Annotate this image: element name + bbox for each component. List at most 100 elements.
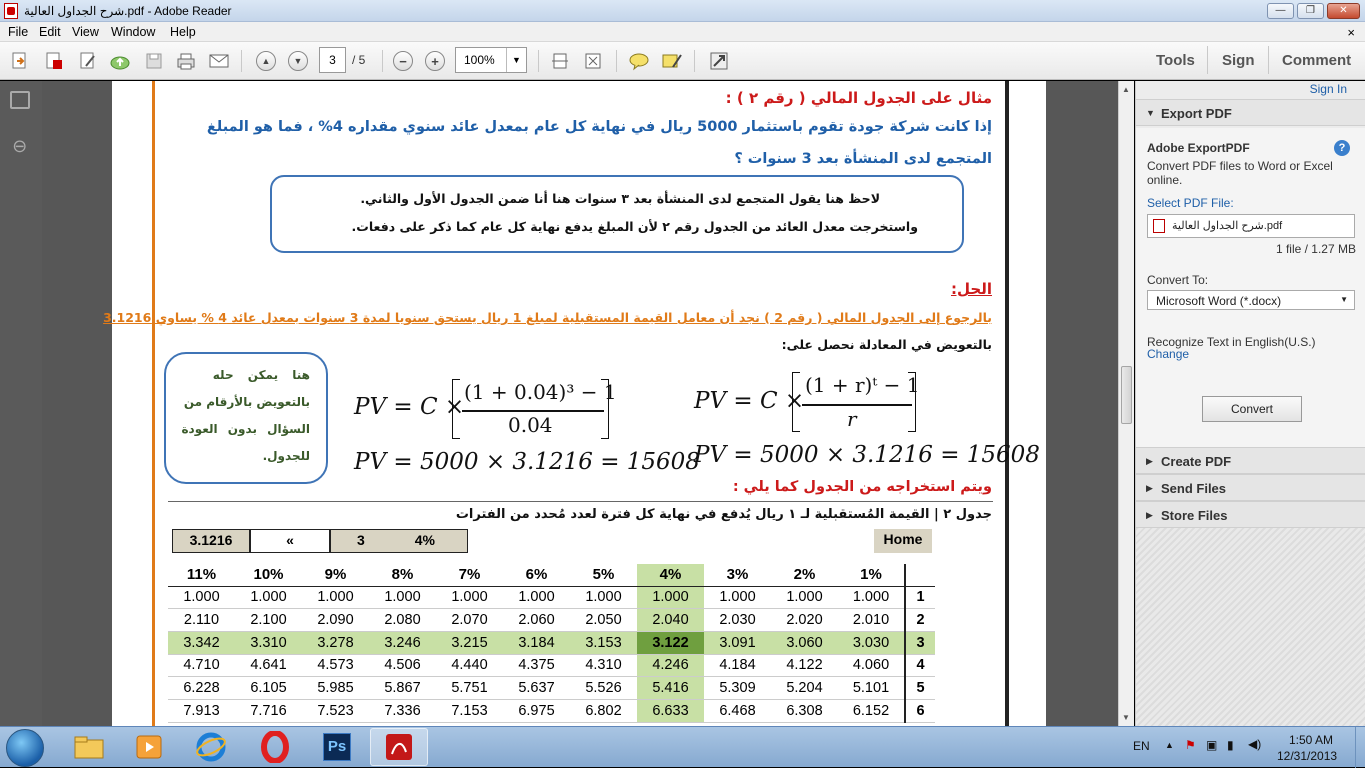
next-page-icon[interactable]: ▼ [286,49,310,73]
bracket-right [601,379,609,439]
maximize-button[interactable]: ❐ [1297,3,1324,19]
fit-page-icon[interactable] [548,49,572,73]
export-pdf-section[interactable]: ▼ Export PDF [1136,99,1365,126]
explorer-icon[interactable] [60,728,118,766]
formula-specific-lhs: PV = C × [354,394,465,420]
clock-date[interactable]: 12/31/2013 [1277,749,1337,763]
table-header-cell: 11% [168,564,235,587]
table-cell: 3.215 [436,631,503,655]
table-cell: 7.523 [302,699,369,723]
create-pdf-section[interactable]: ▶ Create PDF [1136,447,1365,474]
previous-page-icon[interactable]: ▲ [254,49,278,73]
scroll-down-icon[interactable]: ▼ [1122,713,1130,722]
internet-explorer-icon[interactable] [182,728,240,766]
photoshop-label: Ps [323,733,351,761]
sign-button[interactable]: Sign [1222,52,1255,69]
sign-in-link[interactable]: Sign In [1310,82,1347,96]
file-name: شرح الجداول العالية.pdf [1172,220,1283,232]
device-icon[interactable]: ▣ [1206,738,1217,752]
page-number-input[interactable]: 3 [319,47,346,73]
home-button[interactable]: Home [874,529,932,553]
note-line-1: لاحظ هنا يقول المتجمع لدى المنشأة بعد ٣ … [360,191,880,206]
format-select[interactable]: Microsoft Word (*.docx) ▼ [1147,290,1355,310]
table-header-cell: 2% [771,564,838,587]
opera-icon[interactable] [246,728,304,766]
menu-view[interactable]: View [72,25,99,39]
fullscreen-icon[interactable] [707,49,731,73]
scroll-thumb[interactable] [1121,366,1132,424]
table-cell: 4.440 [436,654,503,678]
flag-icon[interactable]: ⚑ [1185,738,1196,752]
volume-icon[interactable]: ◀) [1248,737,1261,751]
tools-button[interactable]: Tools [1156,52,1195,69]
media-player-icon[interactable] [120,728,178,766]
menu-help[interactable]: Help [170,25,196,39]
clock-time[interactable]: 1:50 AM [1289,733,1333,747]
vertical-scrollbar[interactable]: ▲ ▼ [1118,81,1134,726]
close-button[interactable]: ✕ [1327,3,1360,19]
edit-pdf-icon[interactable] [76,49,100,73]
show-hidden-icon[interactable]: ▲ [1165,740,1174,750]
network-icon[interactable]: ▮ [1227,738,1234,752]
bubble-line-4: للجدول. [262,449,310,463]
send-files-section[interactable]: ▶ Send Files [1136,474,1365,501]
table-cell: 3.060 [771,631,838,655]
document-close-icon[interactable]: × [1347,25,1355,40]
note-box: لاحظ هنا يقول المتجمع لدى المنشأة بعد ٣ … [270,175,964,253]
convert-button[interactable]: Convert [1202,396,1302,422]
table-cell: 2.010 [838,608,905,632]
pdf-icon [4,3,18,19]
send-files-label: Send Files [1161,481,1227,496]
table-header-cell: 5% [570,564,637,587]
table-cell: 4.184 [704,654,771,678]
adobe-exportpdf-label: Adobe ExportPDF [1147,141,1250,155]
menu-edit[interactable]: Edit [39,25,61,39]
start-button[interactable] [6,729,44,767]
save-icon[interactable] [142,49,166,73]
pages-icon[interactable] [10,91,30,109]
zoom-select[interactable]: 100% ▼ [455,47,527,73]
open-file-icon[interactable] [8,49,32,73]
export-pdf-body: Adobe ExportPDF ? Convert PDF files to W… [1136,128,1365,458]
show-desktop-button[interactable] [1355,727,1365,768]
change-link[interactable]: Change [1147,347,1189,361]
calc-n: 3 [357,532,365,548]
sticky-note-icon[interactable] [627,49,651,73]
create-pdf-icon[interactable] [42,49,66,73]
print-icon[interactable] [174,49,198,73]
note-line-2: واستخرجت معدل العائد من الجدول رقم ٢ لأن… [351,219,918,234]
photoshop-icon[interactable]: Ps [308,728,366,766]
zoom-in-icon[interactable]: + [423,49,447,73]
chevron-down-icon[interactable]: ▼ [506,48,526,72]
scroll-up-icon[interactable]: ▲ [1122,85,1130,94]
fit-width-icon[interactable] [581,49,605,73]
table-cell: 4.375 [503,654,570,678]
zoom-out-icon[interactable]: − [391,49,415,73]
result-specific: PV = 5000 × 3.1216 = 15608 [354,449,700,475]
page-border-left [152,81,155,726]
email-icon[interactable] [207,49,231,73]
bracket-left-general [792,372,800,432]
cloud-upload-icon[interactable] [108,49,132,73]
attachment-icon[interactable]: ⊘ [7,134,33,160]
bubble-line-2: بالتعويض بالأرقام من [183,395,310,409]
menu-file[interactable]: File [8,25,28,39]
table-period-cell: 3 [904,631,935,655]
fraction-line-general [802,404,912,406]
highlight-icon[interactable] [660,49,684,73]
table-cell: 1.000 [168,586,235,610]
future-value-table: 11% 10% 9% 8% 7% 6% 5% 4% 3% 2% 1% 1.000 1.000 1.000… [168,564,935,723]
store-files-section[interactable]: ▶ Store Files [1136,501,1365,528]
export-pdf-label: Export PDF [1161,106,1232,121]
menu-window[interactable]: Window [111,25,155,39]
table-cell: 4.246 [637,654,704,678]
language-indicator[interactable]: EN [1133,739,1150,753]
calc-arrow: « [250,529,330,553]
help-icon[interactable]: ? [1334,140,1350,156]
comment-button[interactable]: Comment [1282,52,1351,69]
document-viewer[interactable]: مثال على الجدول المالي ( رقم ٢ ) : إذا ك… [42,81,1118,726]
file-field[interactable]: شرح الجداول العالية.pdf [1147,214,1355,238]
table-cell: 3.091 [704,631,771,655]
adobe-reader-icon[interactable] [370,728,428,766]
minimize-button[interactable]: — [1267,3,1294,19]
